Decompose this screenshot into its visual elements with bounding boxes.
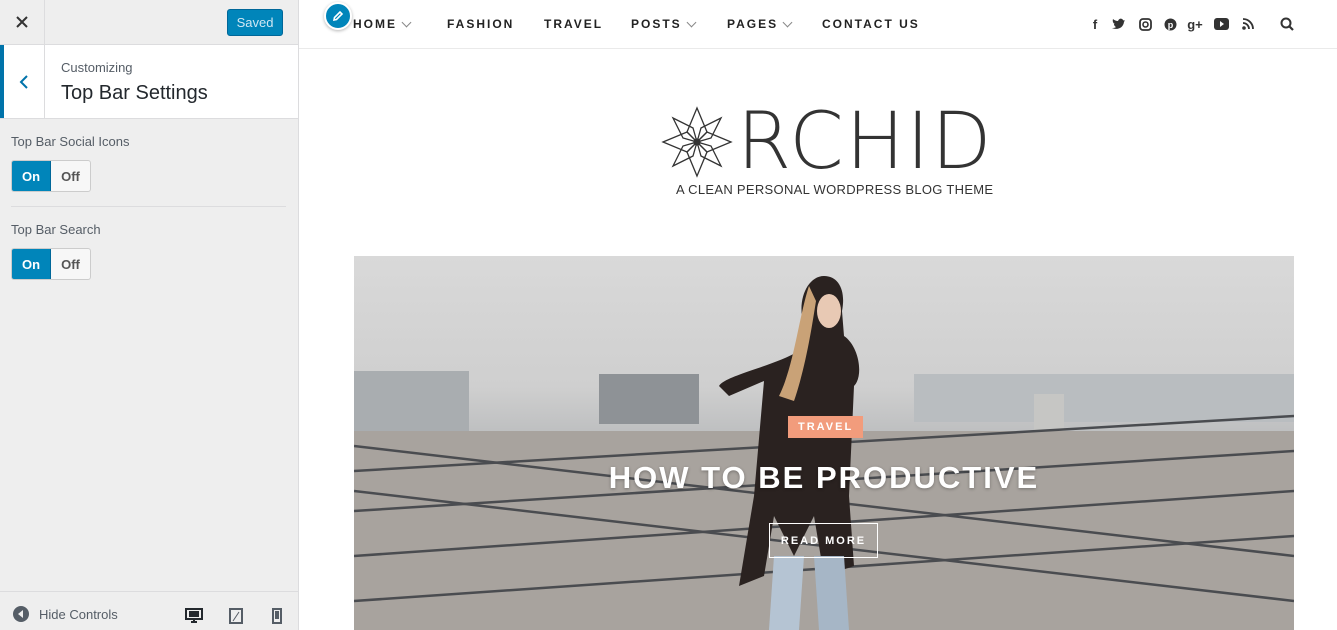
customizer-sidebar: Saved Customizing Top Bar Settings Top B… — [0, 0, 299, 630]
instagram-icon[interactable] — [1137, 16, 1153, 32]
pencil-icon — [332, 10, 344, 22]
collapse-icon — [13, 606, 29, 622]
desktop-preview-button[interactable] — [184, 606, 204, 626]
hide-controls-label: Hide Controls — [39, 606, 118, 622]
nav-pages[interactable]: PAGES — [727, 17, 793, 31]
back-button[interactable] — [0, 45, 45, 118]
nav-contact-label: CONTACT US — [822, 17, 920, 31]
search-off-button[interactable]: Off — [51, 249, 90, 279]
social-icons-off-button[interactable]: Off — [51, 161, 90, 191]
control-divider — [11, 206, 286, 207]
logo-text: RCHID — [737, 97, 994, 187]
nav-fashion-label: FASHION — [447, 17, 515, 31]
chevron-down-icon — [686, 17, 697, 27]
nav-posts[interactable]: POSTS — [631, 17, 697, 31]
nav-travel-label: TRAVEL — [544, 17, 604, 31]
customizer-header: Saved — [0, 0, 298, 45]
tablet-preview-button[interactable] — [226, 606, 246, 626]
desktop-icon — [185, 608, 203, 623]
twitter-icon[interactable] — [1111, 16, 1127, 32]
read-more-button[interactable]: READ MORE — [769, 523, 878, 558]
nav-travel[interactable]: TRAVEL — [544, 17, 603, 31]
google-plus-icon[interactable]: g+ — [1187, 16, 1203, 32]
section-title: Top Bar Settings — [61, 82, 208, 104]
social-icons-toggle[interactable]: On Off — [11, 160, 91, 192]
social-icons-on-button[interactable]: On — [12, 161, 51, 191]
youtube-icon[interactable] — [1213, 16, 1229, 32]
social-icons-label: Top Bar Social Icons — [11, 134, 130, 149]
hero-photo — [354, 276, 1294, 630]
pinterest-icon[interactable]: p — [1162, 16, 1178, 32]
top-bar: HOME FASHION TRAVEL POSTS PAGES CONTACT … — [299, 0, 1337, 49]
close-button[interactable] — [0, 0, 45, 44]
saved-button[interactable]: Saved — [227, 9, 283, 36]
search-label: Top Bar Search — [11, 222, 101, 237]
mobile-preview-button[interactable] — [267, 606, 287, 626]
chevron-left-icon — [19, 74, 28, 89]
rss-icon[interactable] — [1240, 16, 1256, 32]
hero-title[interactable]: HOW TO BE PRODUCTIVE — [354, 460, 1294, 496]
search-icon[interactable] — [1279, 16, 1295, 32]
nav-posts-label: POSTS — [631, 17, 682, 31]
nav-contact-us[interactable]: CONTACT US — [822, 17, 920, 31]
mobile-icon — [272, 608, 282, 624]
section-title-panel: Customizing Top Bar Settings — [0, 45, 298, 119]
nav-pages-label: PAGES — [727, 17, 779, 31]
close-icon — [16, 16, 28, 28]
nav-home-label: HOME — [353, 17, 397, 31]
site-tagline: A CLEAN PERSONAL WORDPRESS BLOG THEME — [676, 182, 994, 197]
tablet-icon — [229, 608, 243, 624]
hero-featured-post[interactable]: TRAVEL HOW TO BE PRODUCTIVE READ MORE — [354, 256, 1294, 630]
search-toggle[interactable]: On Off — [11, 248, 91, 280]
edit-shortcut-button[interactable] — [324, 2, 352, 30]
customizer-footer: Hide Controls — [0, 591, 298, 630]
nav-home[interactable]: HOME — [353, 17, 412, 31]
category-badge[interactable]: TRAVEL — [788, 416, 864, 438]
orchid-flower-icon — [661, 106, 733, 178]
site-preview: HOME FASHION TRAVEL POSTS PAGES CONTACT … — [299, 0, 1337, 630]
customizing-label: Customizing — [61, 60, 133, 75]
search-on-button[interactable]: On — [12, 249, 51, 279]
chevron-down-icon — [401, 17, 412, 27]
facebook-icon[interactable]: f — [1087, 16, 1103, 32]
chevron-down-icon — [782, 17, 793, 27]
nav-fashion[interactable]: FASHION — [447, 17, 514, 31]
hide-controls-button[interactable]: Hide Controls — [13, 606, 118, 622]
svg-text:p: p — [1167, 20, 1173, 30]
